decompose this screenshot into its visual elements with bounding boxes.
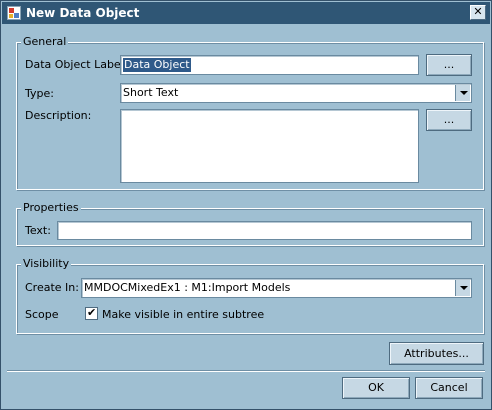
visibility-legend: Visibility bbox=[21, 257, 72, 270]
create-in-label: Create In: bbox=[25, 281, 79, 294]
data-object-label-label: Data Object Label: bbox=[25, 58, 128, 71]
dialog-title: New Data Object bbox=[26, 6, 140, 20]
create-in-select[interactable]: MMDOCMixedEx1 : M1:Import Models bbox=[81, 278, 472, 298]
type-dropdown-arrow-icon[interactable] bbox=[455, 85, 470, 101]
data-object-label-input[interactable]: Data Object bbox=[120, 55, 419, 75]
label-browse-button[interactable]: ... bbox=[426, 54, 472, 76]
close-icon[interactable] bbox=[470, 5, 486, 20]
visibility-group: Visibility bbox=[16, 258, 484, 334]
title-bar: New Data Object bbox=[2, 2, 490, 24]
type-select[interactable]: Short Text bbox=[120, 83, 472, 103]
text-label: Text: bbox=[25, 224, 51, 237]
dialog-window: New Data Object General Data Object Labe… bbox=[0, 0, 492, 410]
ok-button[interactable]: OK bbox=[342, 377, 410, 399]
scope-label: Scope bbox=[25, 308, 59, 321]
text-input[interactable] bbox=[57, 221, 472, 240]
description-browse-button[interactable]: ... bbox=[426, 109, 472, 131]
make-visible-checkbox[interactable] bbox=[85, 306, 98, 320]
data-object-icon bbox=[7, 6, 21, 20]
button-separator bbox=[7, 370, 485, 372]
attributes-button[interactable]: Attributes... bbox=[389, 342, 484, 365]
create-in-dropdown-arrow-icon[interactable] bbox=[455, 280, 470, 296]
cancel-button[interactable]: Cancel bbox=[415, 377, 483, 399]
type-label: Type: bbox=[25, 87, 54, 100]
make-visible-checkbox-label[interactable]: Make visible in entire subtree bbox=[102, 308, 264, 322]
description-textarea[interactable] bbox=[120, 109, 419, 183]
data-object-label-value: Data Object bbox=[123, 58, 191, 72]
type-value: Short Text bbox=[123, 86, 179, 99]
description-label: Description: bbox=[25, 109, 92, 122]
general-legend: General bbox=[21, 35, 69, 48]
properties-legend: Properties bbox=[21, 201, 81, 214]
create-in-value: MMDOCMixedEx1 : M1:Import Models bbox=[84, 281, 291, 294]
